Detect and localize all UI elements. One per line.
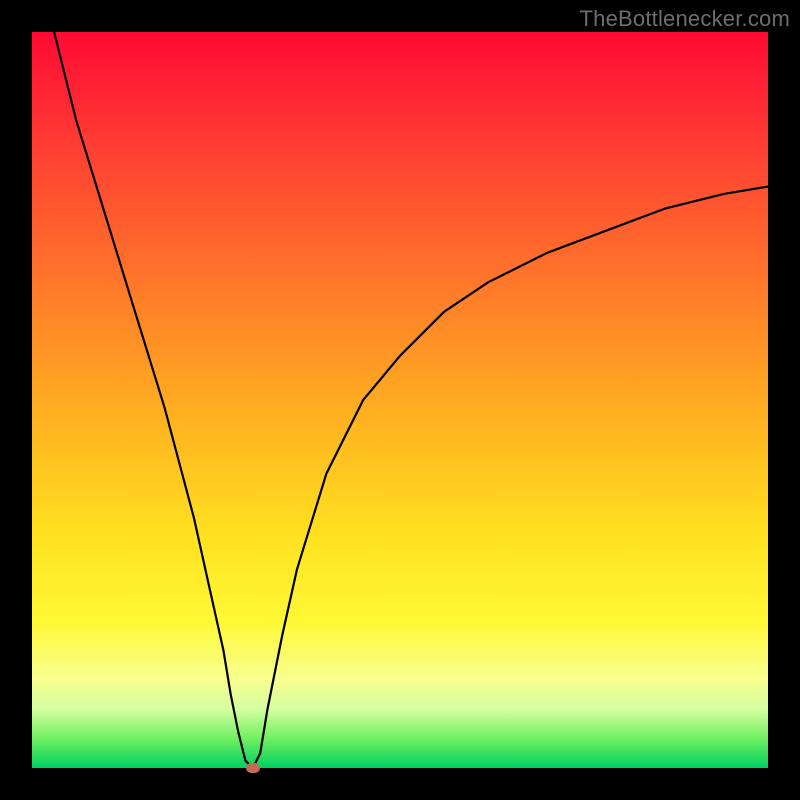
optimum-marker [246,763,260,773]
bottleneck-curve [32,32,768,768]
plot-area [32,32,768,768]
curve-path [54,32,768,768]
chart-frame: TheBottlenecker.com [0,0,800,800]
watermark-text: TheBottlenecker.com [580,6,790,32]
